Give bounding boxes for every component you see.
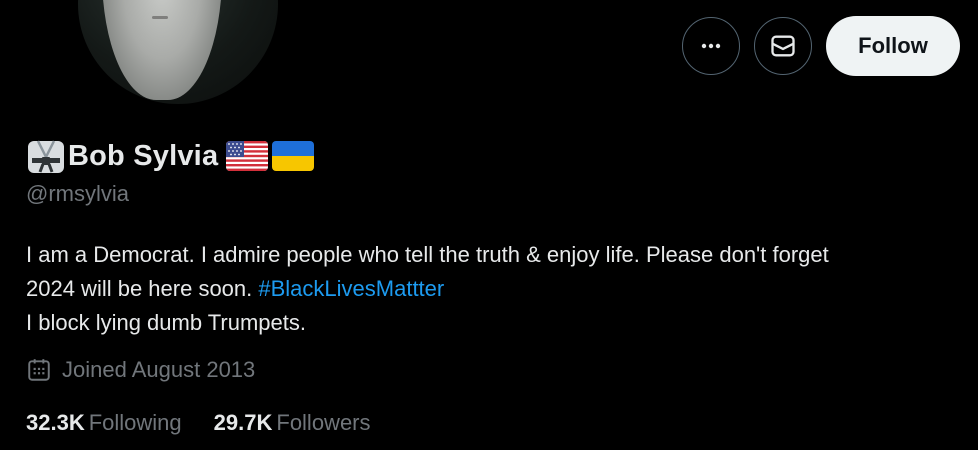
mail-icon [771, 35, 795, 57]
profile-actions: Follow [682, 16, 960, 76]
following-label: Following [88, 410, 182, 435]
followers-link[interactable]: 29.7K Followers [214, 410, 371, 436]
us-flag-icon [226, 141, 269, 171]
ukraine-flag-icon [272, 141, 315, 171]
bio-line: 2024 will be here soon. #BlackLivesMattt… [26, 272, 966, 306]
bio-line: I am a Democrat. I admire people who tel… [26, 242, 829, 267]
followers-count: 29.7K [213, 410, 273, 435]
avatar-face [102, 0, 222, 100]
followers-label: Followers [276, 410, 371, 435]
martial-arts-uniform-icon [28, 140, 64, 173]
follow-button[interactable]: Follow [826, 16, 960, 76]
user-handle: @rmsylvia [26, 181, 129, 206]
following-link[interactable]: 32.3K Following [26, 410, 182, 436]
following-count: 32.3K [26, 410, 85, 435]
bio-text: 2024 will be here soon. [26, 276, 259, 301]
join-date: Joined August 2013 [26, 357, 255, 383]
avatar-detail [152, 16, 168, 19]
more-button[interactable] [682, 17, 740, 75]
follow-stats: 32.3K Following 29.7K Followers [26, 410, 403, 436]
profile-header: Follow Bob Sylvia @rmsylvia I am a Democ… [0, 0, 978, 450]
avatar[interactable] [78, 0, 278, 104]
bio-line: I block lying dumb Trumpets. [26, 310, 307, 335]
hashtag-link[interactable]: #BlackLivesMattter [258, 276, 444, 301]
display-name: Bob Sylvia [68, 139, 219, 172]
message-button[interactable] [754, 17, 812, 75]
join-date-text: Joined August 2013 [62, 357, 256, 382]
more-icon [701, 43, 721, 49]
calendar-icon [28, 359, 50, 381]
bio: I am a Democrat. I admire people who tel… [26, 238, 966, 340]
display-name-row: Bob Sylvia [26, 136, 318, 176]
